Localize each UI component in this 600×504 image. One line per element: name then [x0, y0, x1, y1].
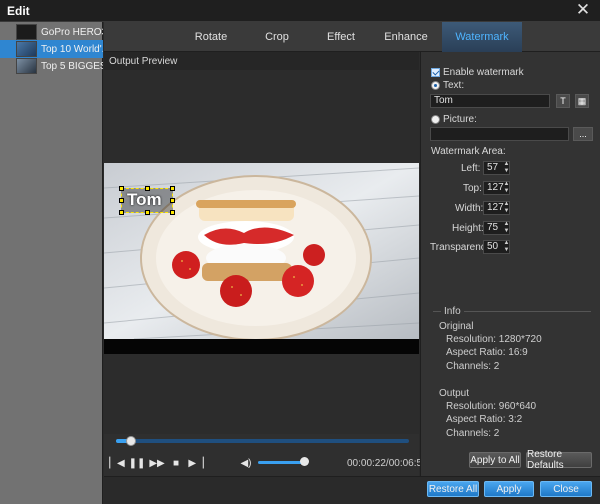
file-item-3[interactable]: Top 5 BIGGES... [0, 57, 103, 75]
text-style-icon[interactable]: ▦ [575, 94, 589, 108]
video-thumbnail [16, 41, 37, 57]
output-channels: Channels: 2 [446, 428, 500, 439]
apply-to-all-button[interactable]: Apply to All [469, 452, 521, 468]
text-font-icon[interactable]: T [556, 94, 570, 108]
transparency-spinner[interactable]: ▲ ▼ [503, 240, 510, 254]
top-spinner[interactable]: ▲ ▼ [503, 181, 510, 195]
tab-bar: Rotate Crop Effect Enhance Watermark [104, 22, 600, 52]
volume-thumb[interactable] [300, 457, 309, 466]
width-label: Width: [455, 203, 484, 214]
text-radio-label: Text: [443, 80, 465, 91]
output-aspect-ratio: Aspect Ratio: 3:2 [446, 414, 523, 425]
original-channels: Channels: 2 [446, 361, 500, 372]
enable-watermark-checkbox[interactable] [431, 68, 440, 77]
left-label: Left: [461, 163, 481, 174]
tab-crop[interactable]: Crop [248, 22, 306, 52]
info-header: Info [441, 306, 464, 317]
watermark-text: Tom [127, 190, 162, 209]
close-button[interactable]: Close [540, 481, 592, 497]
seek-thumb[interactable] [126, 436, 136, 446]
time-display: 00:00:22/00:06:50 [347, 458, 428, 469]
output-resolution: Resolution: 960*640 [446, 401, 537, 412]
resize-handle[interactable] [119, 198, 124, 203]
file-list: GoPro HERO3... Top 10 World'... Top 5 BI… [0, 22, 103, 504]
video-thumbnail [16, 58, 37, 74]
tab-rotate[interactable]: Rotate [178, 22, 244, 52]
resize-handle[interactable] [119, 186, 124, 191]
watermark-area-label: Watermark Area: [431, 146, 506, 157]
resize-handle[interactable] [170, 186, 175, 191]
preview-label: Output Preview [109, 56, 178, 67]
tab-enhance[interactable]: Enhance [376, 22, 436, 52]
enable-watermark-label: Enable watermark [443, 67, 524, 78]
close-icon[interactable]: ✕ [574, 0, 592, 19]
picture-radio[interactable] [431, 115, 440, 124]
picture-radio-label: Picture: [443, 114, 477, 125]
skip-back-icon[interactable]: ▏◀ [109, 456, 124, 470]
tab-watermark[interactable]: Watermark [442, 22, 522, 52]
file-item-2[interactable]: Top 10 World'... [0, 40, 103, 58]
volume-icon[interactable]: ◀) [239, 456, 253, 470]
original-aspect-ratio: Aspect Ratio: 16:9 [446, 347, 528, 358]
pause-icon[interactable]: ❚❚ [129, 456, 146, 470]
resize-handle[interactable] [145, 210, 150, 215]
resize-handle[interactable] [170, 210, 175, 215]
top-label: Top: [463, 183, 482, 194]
browse-button[interactable]: ... [573, 127, 593, 141]
restore-all-button[interactable]: Restore All [427, 481, 479, 497]
file-item-1[interactable]: GoPro HERO3... [0, 23, 103, 41]
text-radio[interactable] [431, 81, 440, 90]
picture-path-input[interactable] [430, 127, 569, 141]
title-bar [0, 0, 600, 22]
width-spinner[interactable]: ▲ ▼ [503, 201, 510, 215]
fast-forward-icon[interactable]: ▶▶ [149, 456, 164, 470]
watermark-text-input[interactable]: Tom [430, 94, 550, 108]
file-name: Top 5 BIGGES... [41, 60, 103, 72]
resize-handle[interactable] [119, 210, 124, 215]
stop-icon[interactable]: ■ [169, 456, 183, 470]
original-resolution: Resolution: 1280*720 [446, 334, 542, 345]
skip-forward-icon[interactable]: ▶▕ [188, 456, 203, 470]
file-name: Top 10 World'... [41, 43, 103, 55]
video-thumbnail [16, 24, 37, 40]
apply-button[interactable]: Apply [484, 481, 534, 497]
seek-bar[interactable] [116, 439, 409, 443]
restore-defaults-button[interactable]: Restore Defaults [526, 449, 592, 471]
resize-handle[interactable] [170, 198, 175, 203]
tab-effect[interactable]: Effect [312, 22, 370, 52]
original-label: Original [439, 321, 474, 332]
window-title: Edit [7, 4, 30, 18]
output-label: Output [439, 388, 470, 399]
height-label: Height: [452, 223, 484, 234]
file-name: GoPro HERO3... [41, 26, 103, 38]
height-spinner[interactable]: ▲ ▼ [503, 221, 510, 235]
left-spinner[interactable]: ▲ ▼ [503, 161, 510, 175]
